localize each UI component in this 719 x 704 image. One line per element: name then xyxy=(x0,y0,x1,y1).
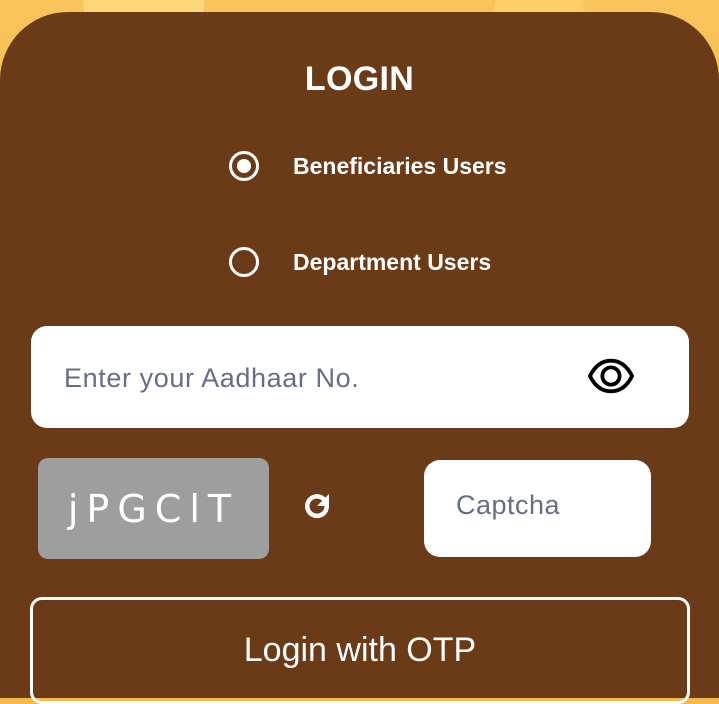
radio-label-beneficiaries: Beneficiaries Users xyxy=(293,152,507,179)
eye-icon[interactable] xyxy=(588,358,634,394)
login-panel: LOGIN Beneficiaries Users Department Use… xyxy=(0,12,719,704)
login-with-otp-button[interactable]: Login with OTP xyxy=(30,597,690,704)
captcha-image: jPGClT xyxy=(38,458,269,559)
radio-selected-icon[interactable] xyxy=(229,151,259,181)
captcha-field xyxy=(424,460,651,557)
captcha-input[interactable] xyxy=(454,460,638,550)
aadhaar-input[interactable] xyxy=(62,326,586,430)
aadhaar-field xyxy=(31,326,689,430)
login-title: LOGIN xyxy=(304,60,415,98)
refresh-icon[interactable] xyxy=(299,488,335,524)
radio-unselected-icon[interactable] xyxy=(229,247,259,277)
radio-label-department: Department Users xyxy=(293,248,492,275)
radio-department-users[interactable]: Department Users xyxy=(229,247,491,277)
radio-beneficiaries-users[interactable]: Beneficiaries Users xyxy=(229,151,507,181)
